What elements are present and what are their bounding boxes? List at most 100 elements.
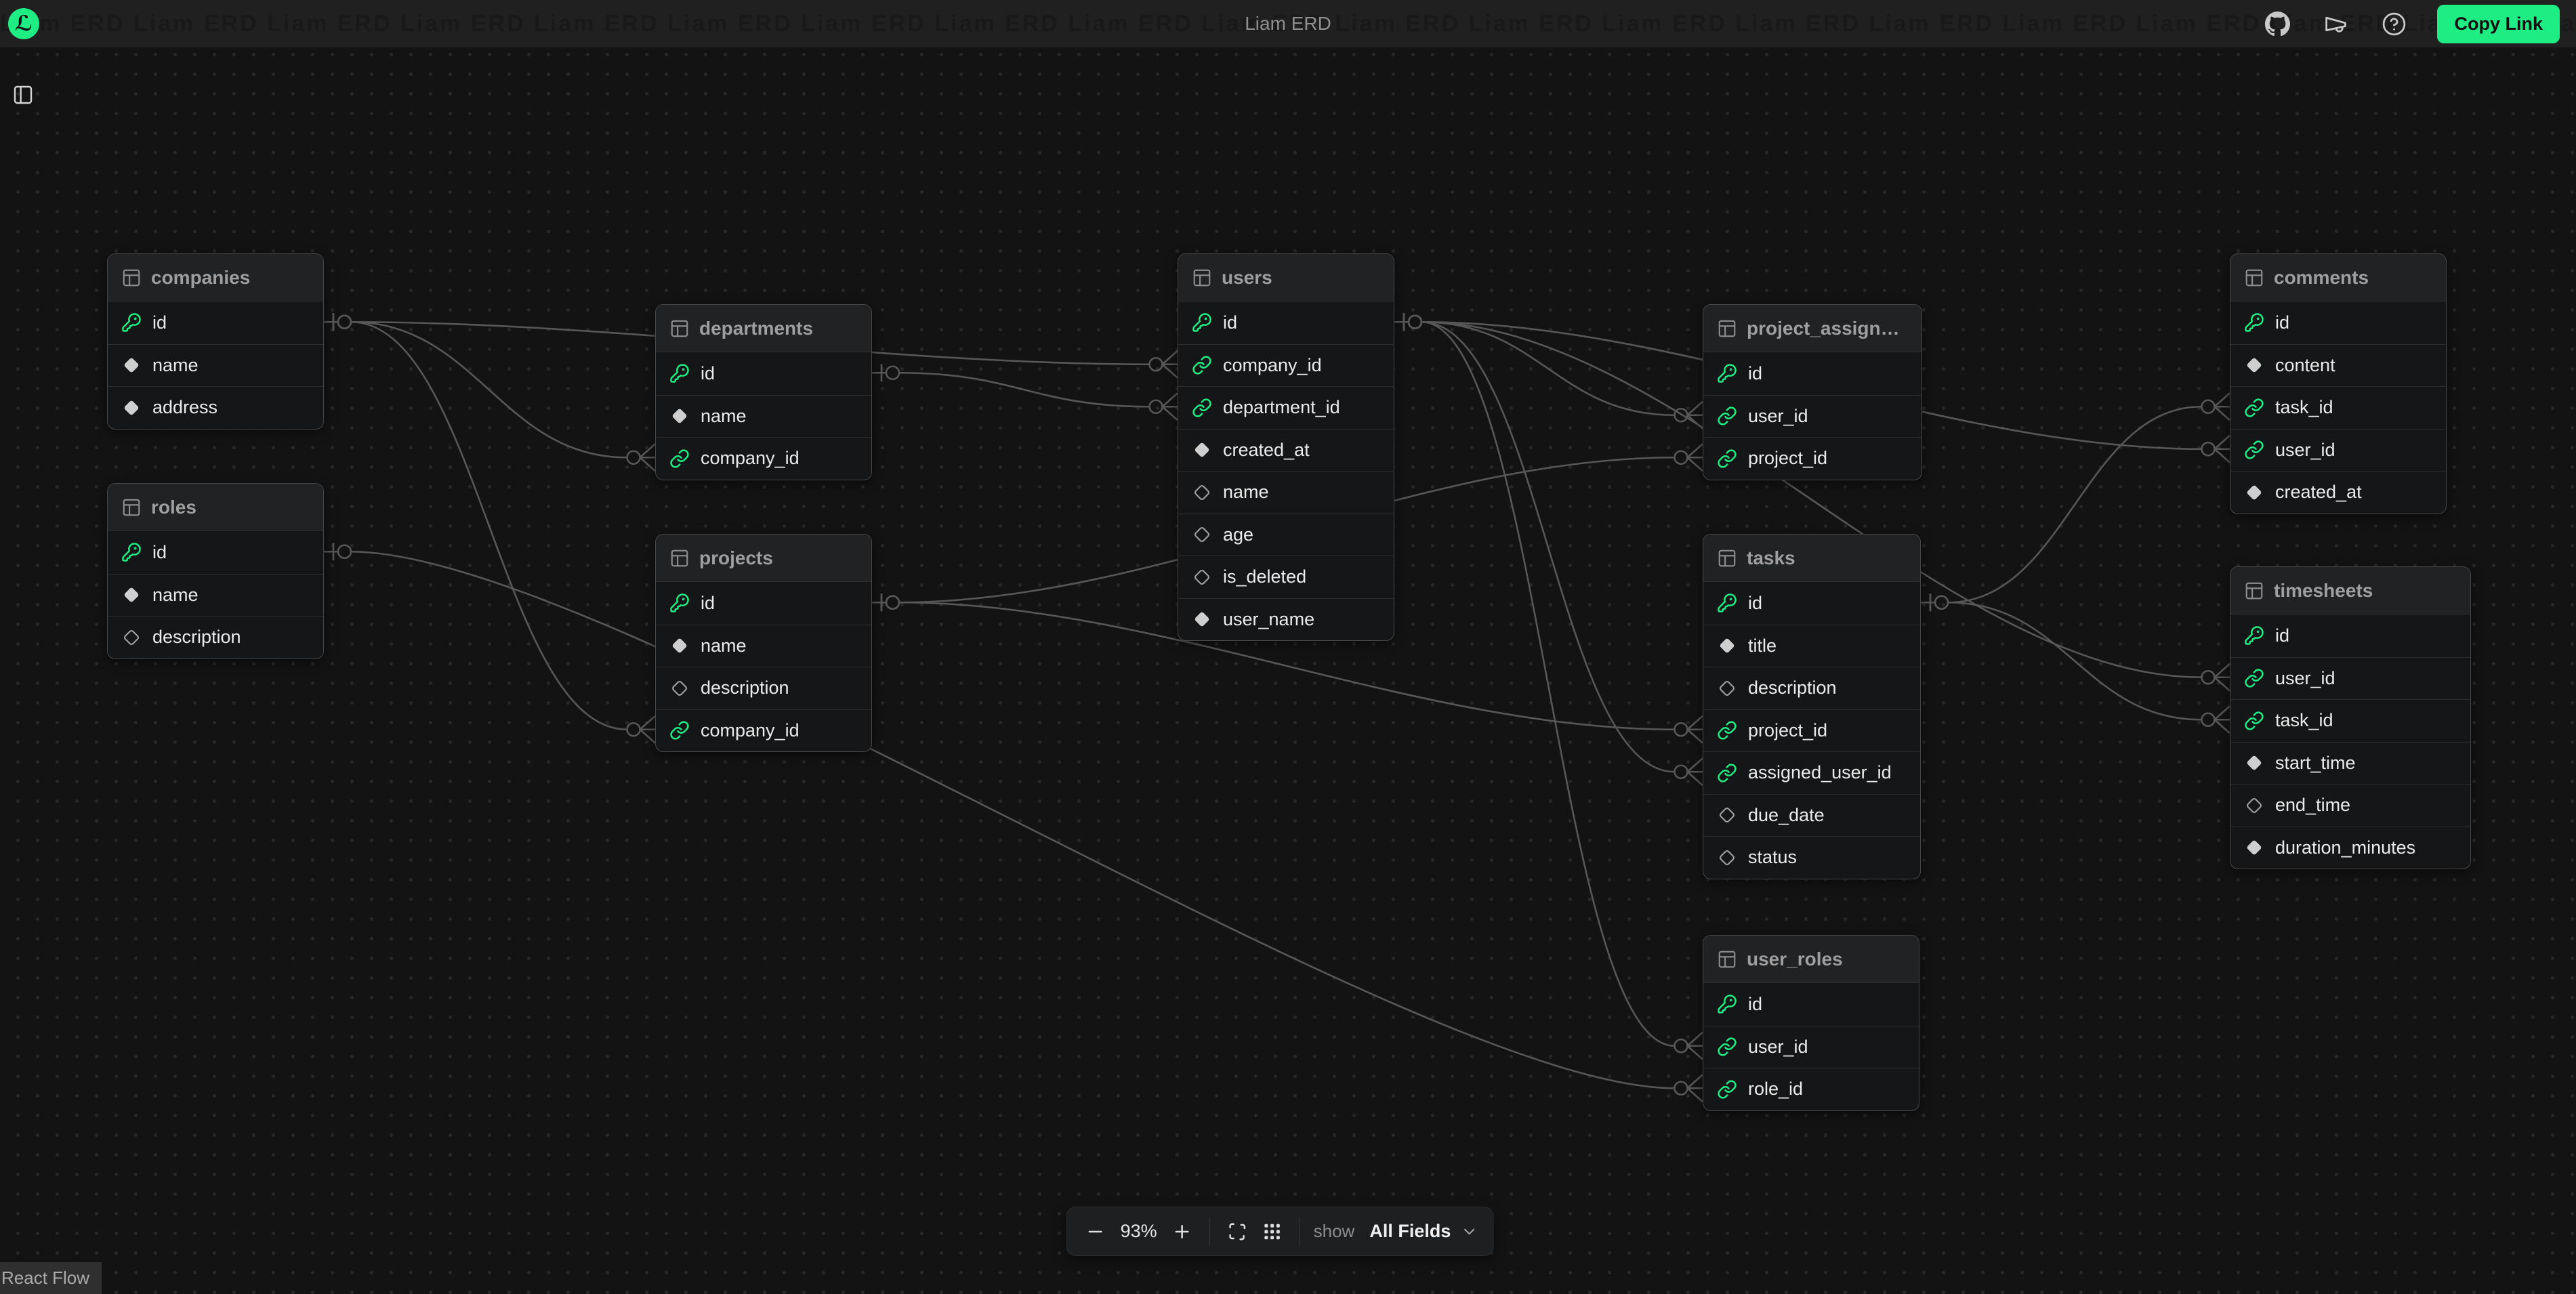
primary-key-icon xyxy=(121,312,142,333)
field-row-comments-content[interactable]: content xyxy=(2230,344,2446,387)
field-row-users-company_id[interactable]: company_id xyxy=(1178,344,1394,387)
table-node-companies[interactable]: companiesidnameaddress xyxy=(107,253,324,430)
liam-logo-icon[interactable]: ℒ xyxy=(8,8,39,39)
field-row-project_assignments-project_id[interactable]: project_id xyxy=(1703,437,1921,480)
field-row-companies-id[interactable]: id xyxy=(108,301,323,344)
not-null-diamond-icon xyxy=(669,406,690,426)
field-row-users-name[interactable]: name xyxy=(1178,471,1394,514)
nullable-diamond-icon xyxy=(2244,795,2264,816)
field-row-departments-name[interactable]: name xyxy=(656,395,871,438)
edge-departments.id-to-users.department_id xyxy=(872,364,1178,420)
field-row-comments-created_at[interactable]: created_at xyxy=(2230,471,2446,514)
field-row-tasks-assigned_user_id[interactable]: assigned_user_id xyxy=(1703,751,1920,794)
not-null-diamond-icon xyxy=(2244,482,2264,503)
help-button[interactable] xyxy=(2379,9,2409,39)
field-name: id xyxy=(2275,625,2289,646)
table-header[interactable]: companies xyxy=(108,254,323,301)
foreign-key-icon xyxy=(2244,398,2264,418)
field-row-project_assignments-id[interactable]: id xyxy=(1703,352,1921,395)
github-icon xyxy=(2265,12,2290,37)
field-row-tasks-status[interactable]: status xyxy=(1703,836,1920,879)
field-row-departments-id[interactable]: id xyxy=(656,352,871,395)
table-header[interactable]: project_assignments xyxy=(1703,305,1921,352)
primary-key-icon xyxy=(121,542,142,562)
table-node-comments[interactable]: commentsidcontenttask_iduser_idcreated_a… xyxy=(2230,253,2447,514)
not-null-diamond-icon xyxy=(121,398,142,418)
table-node-roles[interactable]: rolesidnamedescription xyxy=(107,483,324,659)
field-name: id xyxy=(1748,593,1762,614)
field-row-timesheets-id[interactable]: id xyxy=(2230,614,2470,657)
field-row-companies-address[interactable]: address xyxy=(108,386,323,429)
show-mode-dropdown[interactable]: All Fields xyxy=(1365,1221,1482,1242)
field-row-roles-description[interactable]: description xyxy=(108,616,323,659)
table-node-tasks[interactable]: tasks id titledescriptionproject_idassigne… xyxy=(1703,534,1921,879)
field-name: user_id xyxy=(1748,1037,1808,1058)
github-button[interactable] xyxy=(2262,9,2292,39)
field-row-timesheets-task_id[interactable]: task_id xyxy=(2230,699,2470,742)
table-node-users[interactable]: usersidcompany_id department_id created_at… xyxy=(1178,253,1394,641)
field-row-timesheets-start_time[interactable]: start_time xyxy=(2230,742,2470,785)
field-row-users-department_id[interactable]: department_id xyxy=(1178,386,1394,429)
field-row-roles-id[interactable]: id xyxy=(108,531,323,574)
field-row-tasks-description[interactable]: description xyxy=(1703,667,1920,709)
nullable-diamond-icon xyxy=(1192,524,1212,545)
table-node-project_assignments[interactable]: project_assignmentsiduser_idproject_id xyxy=(1703,304,1922,480)
field-row-users-is_deleted[interactable]: is_deleted xyxy=(1178,556,1394,598)
foreign-key-icon xyxy=(1717,1037,1737,1057)
field-row-departments-company_id[interactable]: company_id xyxy=(656,437,871,480)
table-header[interactable]: tasks xyxy=(1703,535,1920,582)
field-name: department_id xyxy=(1223,397,1340,418)
table-title: user_roles xyxy=(1747,948,1843,970)
field-row-comments-user_id[interactable]: user_id xyxy=(2230,429,2446,472)
edge-companies.id-to-departments.company_id xyxy=(324,313,655,471)
field-row-projects-id[interactable]: id xyxy=(656,582,871,625)
feedback-button[interactable] xyxy=(2321,9,2350,39)
field-name: assigned_user_id xyxy=(1748,762,1892,783)
field-name: user_name xyxy=(1223,609,1314,630)
field-row-users-created_at[interactable]: created_at xyxy=(1178,429,1394,472)
field-row-companies-name[interactable]: name xyxy=(108,344,323,387)
tidy-up-button[interactable] xyxy=(1255,1214,1290,1249)
table-node-user_roles[interactable]: user_rolesid user_id role_id xyxy=(1703,935,1919,1111)
field-row-tasks-title[interactable]: title xyxy=(1703,625,1920,667)
fit-view-button[interactable] xyxy=(1220,1214,1255,1249)
field-row-project_assignments-user_id[interactable]: user_id xyxy=(1703,395,1921,438)
field-row-users-age[interactable]: age xyxy=(1178,514,1394,556)
table-node-timesheets[interactable]: timesheets id user_idtask_idstart_timeend_… xyxy=(2230,566,2471,869)
table-header[interactable]: comments xyxy=(2230,254,2446,301)
zoom-in-button[interactable] xyxy=(1165,1214,1200,1249)
table-node-departments[interactable]: departments id namecompany_id xyxy=(655,304,872,480)
field-row-timesheets-user_id[interactable]: user_id xyxy=(2230,657,2470,700)
table-header[interactable]: roles xyxy=(108,484,323,531)
sidebar-toggle-button[interactable] xyxy=(8,80,38,110)
field-row-tasks-due_date[interactable]: due_date xyxy=(1703,794,1920,837)
table-header[interactable]: departments xyxy=(656,305,871,352)
field-row-tasks-project_id[interactable]: project_id xyxy=(1703,709,1920,752)
field-row-comments-task_id[interactable]: task_id xyxy=(2230,386,2446,429)
table-icon xyxy=(1192,268,1212,288)
field-row-comments-id[interactable]: id xyxy=(2230,301,2446,344)
diagram-canvas[interactable]: companiesidnameaddressrolesidnamedescrip… xyxy=(0,0,2576,1294)
table-header[interactable]: users xyxy=(1178,254,1394,301)
field-row-roles-name[interactable]: name xyxy=(108,574,323,617)
table-icon xyxy=(1717,548,1737,568)
field-row-users-id[interactable]: id xyxy=(1178,301,1394,344)
table-header[interactable]: timesheets xyxy=(2230,567,2470,614)
table-header[interactable]: user_roles xyxy=(1703,936,1919,983)
field-row-tasks-id[interactable]: id xyxy=(1703,582,1920,625)
field-row-timesheets-end_time[interactable]: end_time xyxy=(2230,784,2470,827)
field-row-user_roles-user_id[interactable]: user_id xyxy=(1703,1026,1919,1068)
field-row-projects-name[interactable]: name xyxy=(656,625,871,667)
field-row-projects-company_id[interactable]: company_id xyxy=(656,709,871,752)
field-name: id xyxy=(701,363,715,384)
zoom-out-button[interactable] xyxy=(1078,1214,1113,1249)
field-row-projects-description[interactable]: description xyxy=(656,667,871,709)
field-row-timesheets-duration_minutes[interactable]: duration_minutes xyxy=(2230,827,2470,869)
react-flow-attribution[interactable]: React Flow xyxy=(0,1262,102,1294)
field-row-user_roles-id[interactable]: id xyxy=(1703,983,1919,1026)
field-row-user_roles-role_id[interactable]: role_id xyxy=(1703,1068,1919,1110)
table-node-projects[interactable]: projectsidnamedescriptioncompany_id xyxy=(655,534,872,752)
field-row-users-user_name[interactable]: user_name xyxy=(1178,598,1394,641)
copy-link-button[interactable]: Copy Link xyxy=(2437,5,2560,43)
table-header[interactable]: projects xyxy=(656,535,871,582)
